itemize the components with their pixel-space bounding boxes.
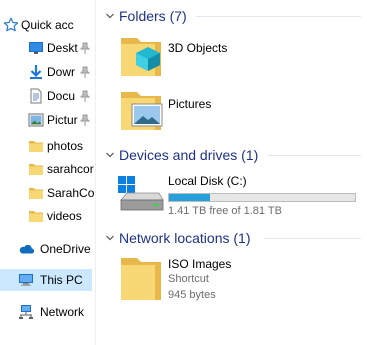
star-icon bbox=[3, 17, 19, 32]
nav-item-label: This PC bbox=[40, 273, 83, 287]
nav-item-label: Quick acc bbox=[21, 18, 74, 32]
folder-icon bbox=[29, 141, 43, 152]
drive-usage-fill bbox=[169, 194, 211, 201]
chevron-down-icon[interactable] bbox=[105, 150, 115, 160]
pin-icon[interactable] bbox=[80, 42, 90, 54]
nav-item-label: photos bbox=[47, 139, 84, 153]
folder-tile-pictures[interactable]: Pictures bbox=[117, 86, 247, 138]
nav-item-this-pc[interactable]: This PC bbox=[0, 269, 92, 291]
folder-tile-3d-objects[interactable]: 3D Objects bbox=[117, 32, 247, 84]
document-icon bbox=[30, 88, 42, 104]
nav-item-quick-access[interactable]: Quick acc bbox=[0, 14, 96, 36]
nav-item-label: Dowr bbox=[47, 65, 76, 79]
group-header-network[interactable]: Network locations (1) bbox=[105, 228, 251, 248]
network-location-size: 945 bytes bbox=[168, 289, 216, 301]
nav-item-label: Docu bbox=[47, 89, 76, 103]
nav-item-onedrive[interactable]: OneDrive bbox=[0, 238, 96, 260]
nav-item-sarahco[interactable]: SarahCo bbox=[0, 182, 96, 204]
nav-item-desktop[interactable]: Deskt bbox=[0, 37, 96, 59]
nav-item-sarahcor[interactable]: sarahcor bbox=[0, 158, 96, 180]
pane-divider[interactable] bbox=[95, 0, 96, 345]
folder-icon bbox=[29, 188, 43, 199]
nav-item-label: Pictur bbox=[47, 113, 78, 127]
network-location-iso-images[interactable]: ISO Images Shortcut 945 bytes bbox=[117, 254, 277, 306]
desktop-icon bbox=[29, 42, 43, 54]
group-title: Devices and drives (1) bbox=[119, 147, 259, 163]
folder-name: Pictures bbox=[168, 97, 212, 111]
drive-name: Local Disk (C:) bbox=[168, 174, 247, 188]
nav-item-network[interactable]: Network bbox=[0, 301, 96, 323]
computer-icon bbox=[19, 274, 33, 286]
group-divider bbox=[268, 155, 361, 156]
folder-icon bbox=[29, 211, 43, 222]
group-header-devices[interactable]: Devices and drives (1) bbox=[105, 145, 258, 165]
onedrive-icon bbox=[19, 244, 34, 254]
drive-free-space: 1.41 TB free of 1.81 TB bbox=[168, 205, 282, 217]
group-title: Folders (7) bbox=[119, 8, 187, 24]
nav-item-label: SarahCo bbox=[47, 186, 95, 200]
network-icon bbox=[19, 305, 33, 319]
nav-item-pictures[interactable]: Pictur bbox=[0, 109, 96, 131]
group-divider bbox=[196, 16, 361, 17]
nav-item-label: OneDrive bbox=[40, 242, 91, 256]
chevron-down-icon[interactable] bbox=[105, 11, 115, 21]
folder-icon bbox=[29, 164, 43, 175]
network-location-type: Shortcut bbox=[168, 273, 209, 285]
nav-item-label: videos bbox=[47, 209, 82, 223]
nav-item-label: Deskt bbox=[47, 41, 78, 55]
chevron-down-icon[interactable] bbox=[105, 233, 115, 243]
folder-shortcut-icon bbox=[121, 258, 161, 300]
nav-item-downloads[interactable]: Dowr bbox=[0, 61, 96, 83]
network-location-name: ISO Images bbox=[168, 257, 232, 271]
nav-item-label: sarahcor bbox=[47, 162, 94, 176]
group-title: Network locations (1) bbox=[119, 230, 251, 246]
drive-usage-bar bbox=[168, 193, 356, 202]
nav-item-label: Network bbox=[40, 305, 85, 319]
group-divider bbox=[264, 238, 361, 239]
pin-icon[interactable] bbox=[80, 66, 90, 78]
download-icon bbox=[30, 65, 42, 79]
3d-objects-folder-icon bbox=[121, 38, 161, 76]
pictures-icon bbox=[28, 113, 44, 127]
nav-item-documents[interactable]: Docu bbox=[0, 85, 96, 107]
nav-item-videos[interactable]: videos bbox=[0, 205, 96, 227]
pin-icon[interactable] bbox=[80, 90, 90, 102]
pictures-folder-icon bbox=[121, 92, 163, 130]
pin-icon[interactable] bbox=[80, 114, 90, 126]
folder-name: 3D Objects bbox=[168, 41, 228, 55]
navigation-pane: Quick acc Deskt Dowr Docu Pictur photos … bbox=[0, 0, 96, 345]
nav-item-photos[interactable]: photos bbox=[0, 135, 96, 157]
group-header-folders[interactable]: Folders (7) bbox=[105, 6, 187, 26]
windows-drive-icon bbox=[118, 176, 164, 211]
